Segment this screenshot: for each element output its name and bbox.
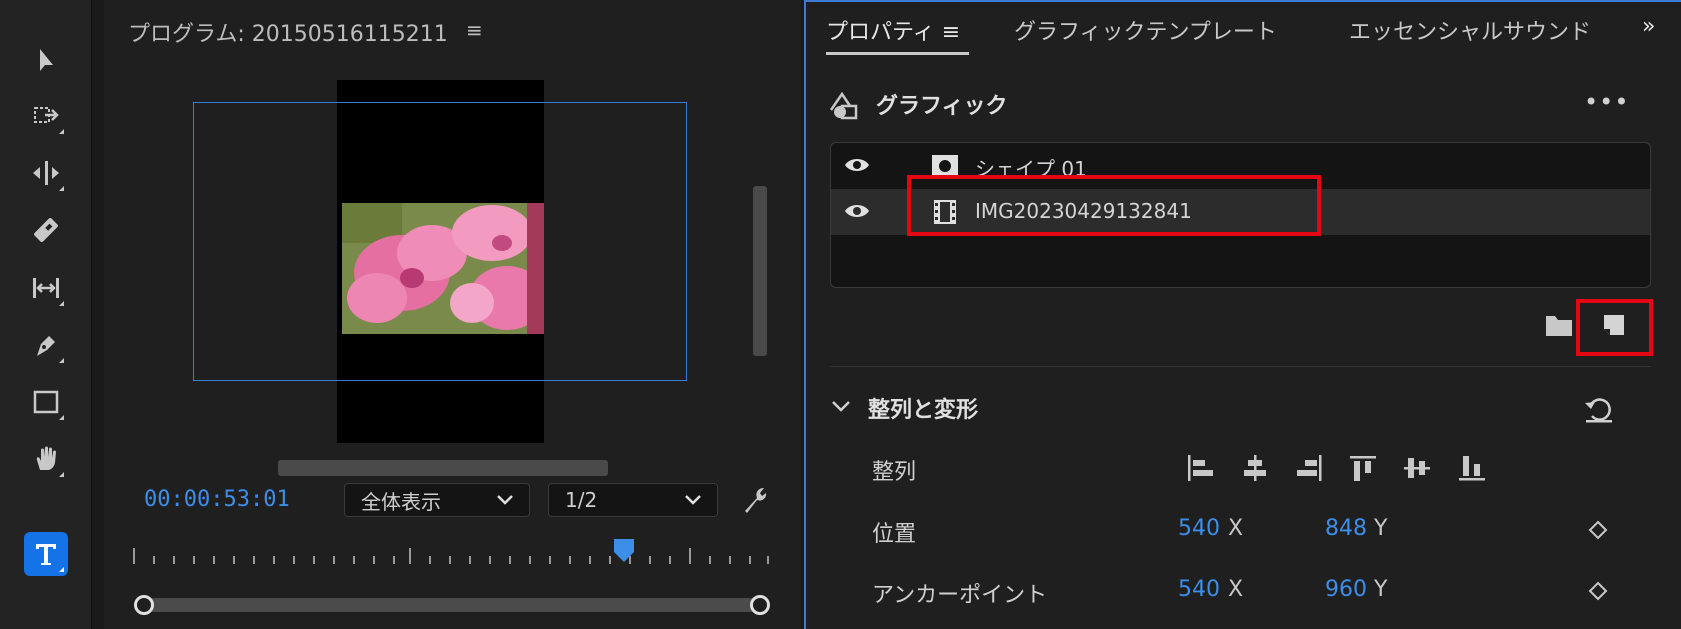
align-label: 整列 — [872, 460, 917, 485]
keyframe-toggle-icon[interactable] — [1588, 520, 1608, 540]
tab-properties-label: プロパティ — [826, 20, 935, 45]
section-divider — [830, 366, 1651, 367]
panel-menu-icon[interactable]: ≡ — [466, 18, 483, 42]
align-bottom-icon[interactable] — [1456, 452, 1488, 484]
program-monitor-title[interactable]: プログラム: 20150516115211 — [128, 16, 448, 48]
playback-resolution-value: 1/2 — [565, 488, 598, 512]
align-vertical-center-icon[interactable] — [1401, 452, 1433, 484]
chevron-down-icon — [685, 495, 701, 505]
tab-graphic-templates[interactable]: グラフィックテンプレート — [1014, 14, 1277, 46]
flower-image[interactable] — [342, 203, 544, 334]
keyframe-toggle-icon[interactable] — [1588, 581, 1608, 601]
vertical-scrollbar[interactable] — [753, 186, 767, 356]
chevron-down-icon — [497, 495, 513, 505]
chevron-down-icon[interactable] — [830, 395, 852, 417]
position-y-value[interactable]: 848 — [1325, 516, 1367, 541]
playback-resolution-select[interactable]: 1/2 — [548, 483, 718, 517]
rectangle-tool-icon[interactable] — [24, 380, 68, 424]
align-top-icon[interactable] — [1347, 452, 1379, 484]
fit-zoom-select-value: 全体表示 — [361, 489, 441, 514]
slip-tool-icon[interactable] — [24, 266, 68, 310]
tab-essential-sound[interactable]: エッセンシャルサウンド — [1349, 14, 1591, 46]
wrench-icon[interactable] — [737, 483, 771, 517]
position-y-axis-label: Y — [1374, 516, 1388, 541]
folder-icon[interactable] — [1544, 312, 1574, 338]
anchor-x-axis-label: X — [1228, 577, 1244, 602]
track-select-tool-icon[interactable] — [24, 94, 68, 138]
properties-panel: プロパティ ≡ グラフィックテンプレート エッセンシャルサウンド » グラフィッ… — [804, 0, 1681, 629]
zoom-scroll-bar[interactable] — [134, 595, 770, 615]
eye-icon[interactable] — [843, 199, 871, 223]
graphic-shapes-icon — [829, 91, 858, 120]
playhead-marker[interactable] — [613, 538, 635, 564]
tools-panel — [0, 0, 92, 629]
anchor-y-value[interactable]: 960 — [1325, 577, 1367, 602]
tab-properties[interactable]: プロパティ ≡ — [826, 14, 960, 46]
reset-icon[interactable] — [1582, 394, 1616, 424]
pen-tool-icon[interactable] — [24, 323, 68, 367]
align-transform-section-title[interactable]: 整列と変形 — [868, 392, 978, 424]
anchor-point-label: アンカーポイント — [872, 583, 1048, 608]
eye-icon[interactable] — [843, 153, 871, 177]
program-monitor: プログラム: 20150516115211 ≡ 00:00:53:01 全体表示… — [104, 0, 801, 629]
playhead-timecode[interactable]: 00:00:53:01 — [144, 487, 290, 512]
highlight-box-new-layer — [1576, 299, 1653, 356]
more-options-icon[interactable]: ••• — [1584, 88, 1629, 116]
highlight-box-layer — [907, 175, 1321, 236]
panel-menu-icon[interactable]: ≡ — [942, 20, 960, 45]
active-tab-indicator — [826, 52, 969, 55]
hand-tool-icon[interactable] — [24, 437, 68, 481]
position-label: 位置 — [872, 522, 917, 547]
fit-zoom-select[interactable]: 全体表示 — [344, 483, 530, 517]
anchor-x-value[interactable]: 540 — [1178, 577, 1220, 602]
selection-tool-icon[interactable] — [24, 38, 68, 82]
position-x-axis-label: X — [1228, 516, 1244, 541]
razor-tool-icon[interactable] — [24, 208, 68, 252]
graphic-section-heading: グラフィック — [876, 94, 1008, 119]
type-tool-icon[interactable] — [24, 532, 68, 576]
anchor-y-axis-label: Y — [1374, 577, 1388, 602]
horizontal-scrollbar[interactable] — [278, 460, 608, 476]
more-tabs-icon[interactable]: » — [1642, 14, 1655, 39]
zoom-handle-left[interactable] — [134, 595, 154, 615]
time-ruler[interactable] — [132, 540, 772, 570]
ripple-edit-tool-icon[interactable] — [24, 151, 68, 195]
align-left-icon[interactable] — [1184, 452, 1216, 484]
zoom-handle-right[interactable] — [750, 595, 770, 615]
align-horizontal-center-icon[interactable] — [1239, 452, 1271, 484]
position-x-value[interactable]: 540 — [1178, 516, 1220, 541]
align-right-icon[interactable] — [1293, 452, 1325, 484]
